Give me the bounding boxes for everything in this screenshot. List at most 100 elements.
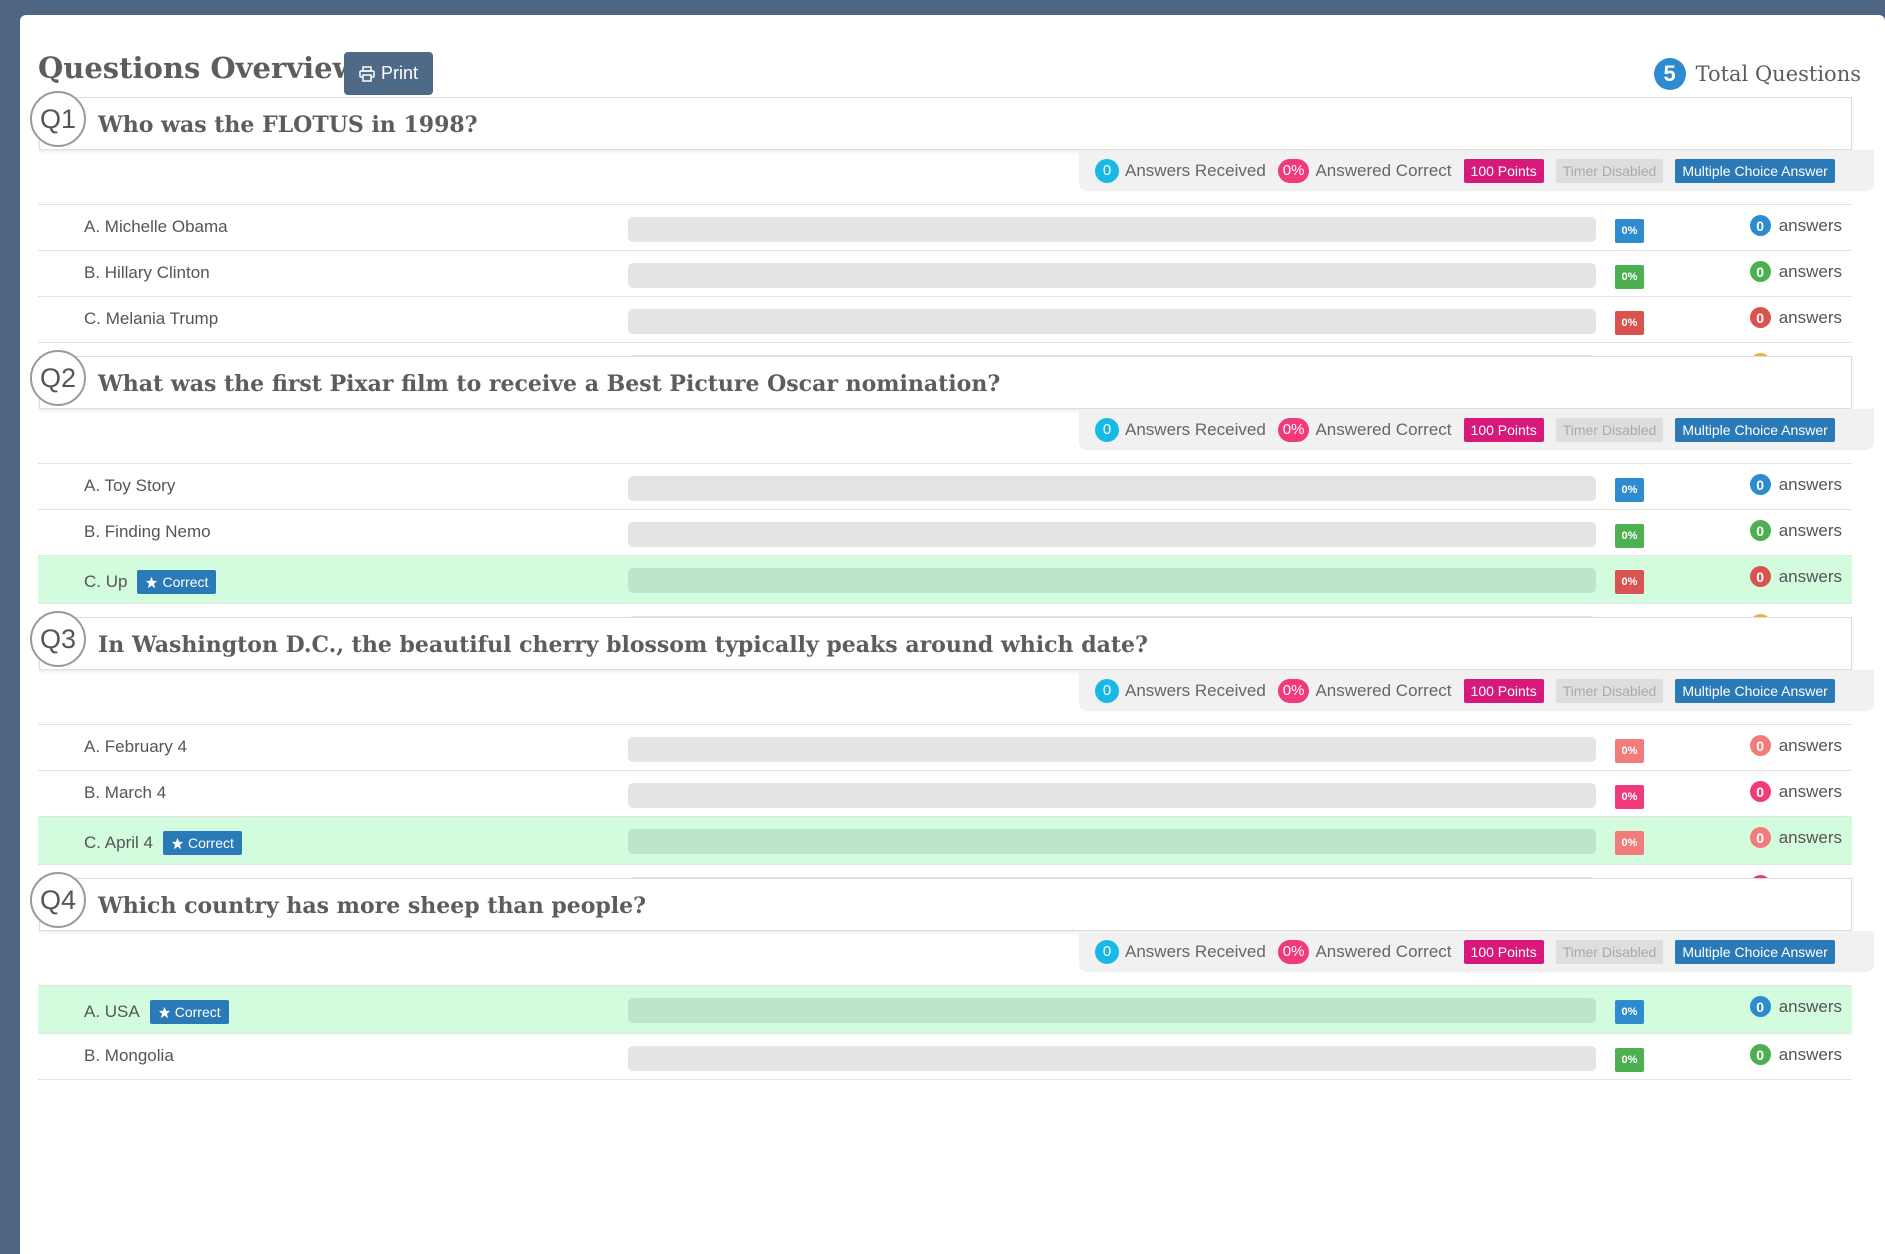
question-text: Which country has more sheep than people… [98, 893, 647, 919]
answers-label: answers [1778, 781, 1842, 801]
answers-label: answers [1778, 996, 1842, 1016]
answers-label: answers [1778, 827, 1842, 847]
answer-percent-badge: 0% [1615, 1000, 1644, 1024]
correct-label: Correct [174, 1004, 221, 1020]
answer-count-badge: 0 [1749, 1044, 1771, 1065]
answer-text: C. April 4 [84, 833, 153, 852]
question-number: Q2 [30, 350, 86, 406]
answer-label: C. April 4 Correct [84, 831, 242, 855]
answer-count: 0 answers [1749, 566, 1842, 587]
question-number: Q1 [30, 91, 86, 147]
answer-type-tag: Multiple Choice Answer [1675, 939, 1835, 964]
answer-label: B. Hillary Clinton [84, 263, 210, 283]
answer-type-tag: Multiple Choice Answer [1675, 417, 1835, 442]
answer-count-badge: 0 [1749, 735, 1771, 756]
answers-label: answers [1778, 307, 1842, 327]
answered-correct-label: Answered Correct [1315, 680, 1452, 700]
answer-label: C. Melania Trump [84, 309, 218, 329]
answer-row: A. Toy Story 0% 0 answers [38, 464, 1852, 510]
answers-received-label: Answers Received [1125, 680, 1266, 700]
overview-header: Questions Overview Print 5 Total Questio… [38, 35, 1861, 95]
correct-tag: Correct [149, 1000, 229, 1024]
answer-text: B. March 4 [84, 783, 167, 802]
answer-percent-badge: 0% [1615, 831, 1644, 855]
answered-correct-label: Answered Correct [1315, 160, 1452, 180]
answers-received-stat: 0 Answers Received [1095, 158, 1266, 183]
answer-progress-bar [628, 568, 1596, 593]
answers-received-label: Answers Received [1125, 941, 1266, 961]
answers-received-stat: 0 Answers Received [1095, 678, 1266, 703]
answers-label: answers [1778, 566, 1842, 586]
question-stats: 0 Answers Received 0% Answered Correct 1… [1079, 409, 1874, 450]
page-title: Questions Overview [38, 51, 358, 85]
answers-received-count: 0 [1095, 417, 1119, 442]
answered-correct-pct: 0% [1277, 678, 1310, 703]
answer-count: 0 answers [1749, 520, 1842, 541]
answer-label: C. Up Correct [84, 570, 217, 594]
answer-percent-badge: 0% [1615, 265, 1644, 289]
answers-label: answers [1778, 520, 1842, 540]
question-stats: 0 Answers Received 0% Answered Correct 1… [1079, 150, 1874, 191]
timer-tag: Timer Disabled [1555, 678, 1664, 703]
timer-tag: Timer Disabled [1555, 939, 1664, 964]
answers-label: answers [1778, 735, 1842, 755]
answer-label: A. USA Correct [84, 1000, 229, 1024]
answer-text: A. USA [84, 1002, 140, 1021]
print-label: Print [380, 63, 418, 83]
answer-percent-badge: 0% [1615, 1048, 1644, 1072]
answer-text: A. February 4 [84, 737, 187, 756]
question-text: Who was the FLOTUS in 1998? [98, 112, 478, 138]
question-header: Q3 In Washington D.C., the beautiful che… [30, 611, 1852, 670]
answer-count-badge: 0 [1749, 827, 1771, 848]
correct-tag: Correct [162, 831, 242, 855]
correct-label: Correct [162, 574, 209, 590]
answers-received-count: 0 [1095, 678, 1119, 703]
answered-correct-label: Answered Correct [1315, 941, 1452, 961]
answers-label: answers [1778, 215, 1842, 235]
answer-text: A. Michelle Obama [84, 217, 228, 236]
answer-count-badge: 0 [1749, 261, 1771, 282]
answers-received-stat: 0 Answers Received [1095, 417, 1266, 442]
answer-row: C. April 4 Correct 0% 0 answers [38, 817, 1852, 865]
answer-count-badge: 0 [1749, 520, 1771, 541]
answer-count-badge: 0 [1749, 474, 1771, 495]
print-button[interactable]: Print [344, 52, 433, 95]
answer-percent-badge: 0% [1615, 524, 1644, 548]
answers-list: A. USA Correct 0% 0 answers B. Mongolia [38, 985, 1852, 1080]
answer-progress-bar [628, 783, 1596, 808]
answer-count: 0 answers [1749, 827, 1842, 848]
answer-text: C. Up [84, 572, 128, 591]
answer-progress-bar [628, 309, 1596, 334]
question-stats: 0 Answers Received 0% Answered Correct 1… [1079, 931, 1874, 972]
star-icon [146, 576, 158, 588]
answer-row: B. March 4 0% 0 answers [38, 771, 1852, 817]
answer-progress-bar [628, 998, 1596, 1023]
answer-label: A. Michelle Obama [84, 217, 228, 237]
answer-count: 0 answers [1749, 261, 1842, 282]
answer-row: B. Hillary Clinton 0% 0 answers [38, 251, 1852, 297]
answer-row: A. Michelle Obama 0% 0 answers [38, 205, 1852, 251]
correct-label: Correct [187, 835, 234, 851]
answer-label: B. Mongolia [84, 1046, 174, 1066]
answer-text: A. Toy Story [84, 476, 176, 495]
timer-tag: Timer Disabled [1555, 417, 1664, 442]
answers-received-count: 0 [1095, 158, 1119, 183]
answer-progress-bar [628, 263, 1596, 288]
points-tag: 100 Points [1463, 678, 1544, 703]
answer-count: 0 answers [1749, 215, 1842, 236]
answer-text: C. Melania Trump [84, 309, 219, 328]
answer-count-badge: 0 [1749, 566, 1771, 587]
star-icon [158, 1006, 170, 1018]
answer-percent-badge: 0% [1615, 570, 1644, 594]
answers-received-label: Answers Received [1125, 160, 1266, 180]
answer-count: 0 answers [1749, 474, 1842, 495]
correct-tag: Correct [137, 570, 217, 594]
answer-progress-bar [628, 476, 1596, 501]
answer-row: C. Up Correct 0% 0 answers [38, 556, 1852, 604]
answered-correct-stat: 0% Answered Correct [1277, 417, 1452, 442]
answers-received-stat: 0 Answers Received [1095, 939, 1266, 964]
answer-count: 0 answers [1749, 1044, 1842, 1065]
question-number: Q4 [30, 872, 86, 928]
answer-count: 0 answers [1749, 996, 1842, 1017]
answers-received-label: Answers Received [1125, 419, 1266, 439]
